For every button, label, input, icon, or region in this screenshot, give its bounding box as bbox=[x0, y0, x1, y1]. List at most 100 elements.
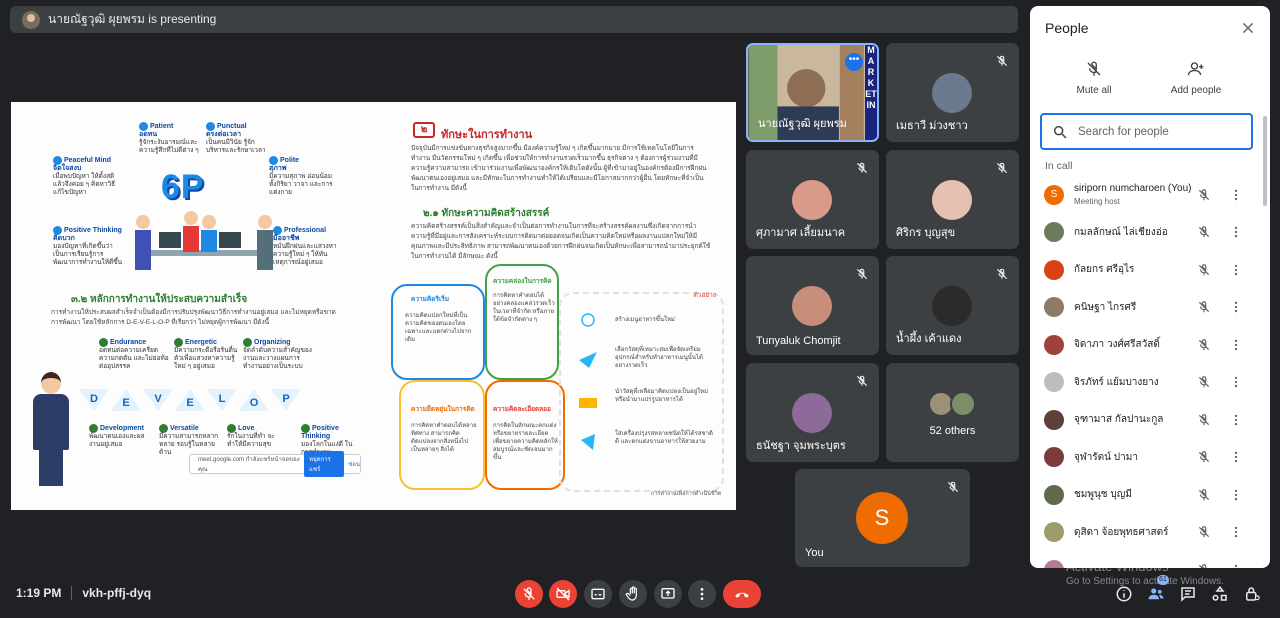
p-item-peaceful-mind: Peaceful Mind จิตใจสงบ เมื่อพบปัญหา ให้ตั้… bbox=[53, 156, 116, 197]
tile-participant[interactable]: ศิริกร บุญสุข bbox=[886, 150, 1019, 249]
add-people-button[interactable]: Add people bbox=[1168, 60, 1224, 96]
meeting-code[interactable]: vkh-pffj-dyq bbox=[82, 586, 151, 600]
mic-off-icon[interactable] bbox=[1197, 188, 1211, 202]
tile-presenter[interactable]: MARKETIN ••• นายณัฐวุฒิ ผุยพรม bbox=[746, 43, 879, 142]
mic-off-icon[interactable] bbox=[1197, 525, 1211, 539]
participant-row[interactable]: จุฬารัตน์ ปามา bbox=[1030, 439, 1270, 477]
search-icon bbox=[1053, 125, 1067, 139]
letter-dot-icon bbox=[89, 424, 98, 433]
more-vert-icon[interactable] bbox=[1231, 188, 1241, 202]
example-1: สร้างเมนูอาหารขึ้นใหม่ bbox=[615, 317, 675, 323]
leave-call-button[interactable] bbox=[723, 580, 761, 608]
mic-off-icon[interactable] bbox=[1197, 338, 1211, 352]
activities-icon[interactable] bbox=[1211, 585, 1229, 603]
participant-name: ชมพูนุช บุญมี bbox=[1074, 489, 1132, 501]
participant-row[interactable]: ดุสิดา จ้อยพุทธศาสตร์ bbox=[1030, 514, 1270, 552]
creativity-paragraph: ความคิดสร้างสรรค์เป็นสิ่งสำคัญและจำเป็นต… bbox=[411, 223, 711, 260]
participant-row[interactable]: กัลยกร ศรีอุไร bbox=[1030, 251, 1270, 289]
more-vert-icon[interactable] bbox=[1231, 488, 1241, 502]
participant-avatar: S bbox=[1044, 184, 1064, 205]
more-vert-icon[interactable] bbox=[1231, 413, 1241, 427]
mic-off-icon[interactable] bbox=[1197, 263, 1211, 277]
close-icon[interactable] bbox=[1240, 20, 1256, 36]
more-vert-icon[interactable] bbox=[1231, 300, 1241, 314]
mic-off-icon[interactable] bbox=[1197, 488, 1211, 502]
presenter-avatar bbox=[22, 10, 40, 29]
participant-avatar bbox=[932, 180, 972, 220]
mute-all-button[interactable]: Mute all bbox=[1074, 60, 1114, 96]
more-vert-icon[interactable] bbox=[1231, 375, 1241, 389]
mic-off-icon[interactable] bbox=[1197, 375, 1211, 389]
mic-off-icon[interactable] bbox=[1197, 300, 1211, 314]
divider bbox=[71, 586, 73, 600]
tile-participant[interactable]: น้ำผึ้ง เค้าแดง bbox=[886, 256, 1019, 355]
meeting-details-icon[interactable] bbox=[1115, 585, 1133, 603]
develop-letter: D bbox=[79, 389, 109, 411]
originality-box: ความคิดริเริ่ม ความคิดแปลกใหม่ที่เป็นควา… bbox=[391, 284, 485, 380]
tile-others[interactable]: 52 others bbox=[886, 363, 1019, 462]
mic-toggle-button[interactable] bbox=[515, 580, 543, 608]
p-item-positive-thinking: Positive Thinking คิดบวก มองปัญหาที่เกิดขึ… bbox=[53, 226, 123, 267]
participant-row[interactable]: จิดาภา วงศ์ศรีสวัสดิ์ bbox=[1030, 326, 1270, 364]
participant-avatar bbox=[1044, 409, 1064, 430]
more-vert-icon[interactable] bbox=[1231, 450, 1241, 464]
example-label: ตัวอย่าง bbox=[693, 292, 716, 299]
mic-off-icon bbox=[1087, 61, 1101, 76]
tile-participant[interactable]: Tunyaluk Chomjit bbox=[746, 256, 879, 355]
chat-icon[interactable] bbox=[1179, 585, 1197, 603]
tile-self[interactable]: S You bbox=[795, 469, 970, 567]
present-now-button[interactable] bbox=[654, 580, 682, 608]
hide-button[interactable]: ซ่อน bbox=[348, 459, 360, 469]
tile-name: น้ำผึ้ง เค้าแดง bbox=[896, 333, 962, 345]
participant-row[interactable]: กมลลักษณ์ ไล่เชียงอ่อ bbox=[1030, 214, 1270, 252]
tile-participant[interactable]: เมธาวี ม่วงชาว bbox=[886, 43, 1019, 142]
participant-avatar bbox=[1044, 559, 1064, 568]
in-call-label: In call bbox=[1045, 160, 1073, 172]
hand-icon bbox=[625, 586, 637, 601]
develop-item-endurance: Endurance อดทนต่อความเครียด ความกดดัน และ… bbox=[99, 338, 169, 371]
marketing-banner: MARKETIN bbox=[865, 45, 877, 140]
search-input[interactable] bbox=[1078, 125, 1238, 138]
search-box[interactable] bbox=[1040, 113, 1253, 150]
participant-avatar bbox=[792, 393, 832, 433]
tile-participant[interactable]: ธนัชฐา จุมพระบุตร bbox=[746, 363, 879, 462]
participant-avatar bbox=[932, 286, 972, 326]
people-icon[interactable] bbox=[1147, 585, 1165, 603]
numbered-dot-icon bbox=[53, 226, 62, 235]
more-options-icon[interactable]: ••• bbox=[845, 53, 863, 71]
participant-name: จิดาภา วงศ์ศรีสวัสดิ์ bbox=[1074, 339, 1160, 351]
participant-row[interactable]: Ssiriporn numcharoen (You) Meeting host bbox=[1030, 176, 1270, 214]
mic-off-icon[interactable] bbox=[1197, 225, 1211, 239]
more-vert-icon[interactable] bbox=[1231, 525, 1241, 539]
tile-name: เมธาวี ม่วงชาว bbox=[896, 120, 968, 132]
mic-off-icon[interactable] bbox=[1197, 450, 1211, 464]
participant-row[interactable]: จิรภัทร์ แย้มบางยาง bbox=[1030, 364, 1270, 402]
p-item-punctual: Punctual ตรงต่อเวลา เป็นคนมีวินัย รู้จักบร… bbox=[206, 122, 266, 155]
flexibility-box: ความยืดหยุ่นในการคิด การคิดหาคำตอบได้หลา… bbox=[399, 380, 485, 490]
develop-letter: E bbox=[111, 389, 141, 411]
captions-button[interactable] bbox=[584, 580, 612, 608]
host-controls-icon[interactable] bbox=[1243, 585, 1261, 603]
more-vert-icon[interactable] bbox=[1231, 225, 1241, 239]
camera-toggle-button[interactable] bbox=[549, 580, 577, 608]
tile-participant[interactable]: ศุภามาศ เลี้ยมนาค bbox=[746, 150, 879, 249]
share-notice-text: meet.google.com กำลังแชร์หน้าจอของคุณ bbox=[198, 457, 300, 473]
participant-name: กมลลักษณ์ ไล่เชียงอ่อ bbox=[1074, 226, 1168, 238]
more-vert-icon[interactable] bbox=[1231, 263, 1241, 277]
activate-windows-watermark: Activate Windows Go to Settings to activ… bbox=[1066, 559, 1224, 587]
mic-off-icon[interactable] bbox=[1197, 413, 1211, 427]
mute-all-label: Mute all bbox=[1076, 85, 1112, 96]
raise-hand-button[interactable] bbox=[619, 580, 647, 608]
participant-row[interactable]: ชมพูนุช บุญมี bbox=[1030, 476, 1270, 514]
more-vert-icon[interactable] bbox=[1231, 338, 1241, 352]
participant-row[interactable]: คนิษฐา ไกรศรี bbox=[1030, 289, 1270, 327]
stop-sharing-button[interactable]: หยุดการแชร์ bbox=[304, 451, 345, 477]
mic-off-icon bbox=[523, 587, 535, 600]
more-vert-icon[interactable] bbox=[1231, 563, 1241, 568]
panel-scrollbar[interactable] bbox=[1263, 116, 1267, 206]
develop-item-organizing: Organizing จัดลำดับความสำคัญของงานและวางแ… bbox=[243, 338, 312, 371]
more-options-button[interactable] bbox=[688, 580, 716, 608]
participant-name: จุฬารัตน์ ปามา bbox=[1074, 451, 1138, 463]
participant-name: คนิษฐา ไกรศรี bbox=[1074, 301, 1137, 313]
participant-row[interactable]: จุฑามาส กัลปานะกูล bbox=[1030, 401, 1270, 439]
